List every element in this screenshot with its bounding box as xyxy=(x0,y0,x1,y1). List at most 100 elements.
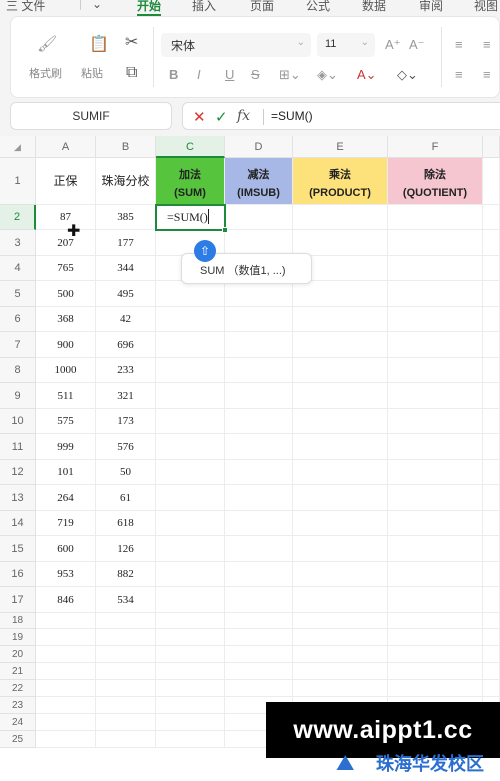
row-header-25[interactable]: 25 xyxy=(0,731,36,748)
format-painter-label[interactable]: 格式刷 xyxy=(29,65,62,81)
empty-cell[interactable] xyxy=(156,680,225,697)
copy-icon[interactable]: ⧉ xyxy=(126,65,137,81)
column-header-e[interactable]: E xyxy=(293,136,388,158)
empty-cell[interactable] xyxy=(36,714,96,731)
empty-cell[interactable] xyxy=(388,256,483,281)
data-cell[interactable]: 264 xyxy=(36,485,96,511)
font-name-select[interactable]: 宋体 ⌄ xyxy=(161,33,311,57)
empty-cell[interactable] xyxy=(388,629,483,646)
column-header-a[interactable]: A xyxy=(36,136,96,158)
align-top-icon[interactable]: ≡ xyxy=(455,37,463,52)
data-cell[interactable]: 61 xyxy=(96,485,156,511)
borders-icon[interactable]: ⊞⌄ xyxy=(279,67,301,83)
empty-cell[interactable] xyxy=(225,680,293,697)
empty-cell[interactable] xyxy=(156,629,225,646)
cell-d1[interactable]: 减法 (IMSUB) xyxy=(225,158,293,205)
row-header-8[interactable]: 8 xyxy=(0,358,36,383)
empty-cell[interactable] xyxy=(483,485,500,511)
clear-format-icon[interactable]: ◇⌄ xyxy=(397,67,418,83)
tab-data[interactable]: 数据 xyxy=(362,0,386,14)
empty-cell[interactable] xyxy=(388,613,483,629)
empty-cell[interactable] xyxy=(388,485,483,511)
data-cell[interactable]: 42 xyxy=(96,307,156,332)
empty-cell[interactable] xyxy=(388,409,483,434)
empty-cell[interactable] xyxy=(96,629,156,646)
row-header-4[interactable]: 4 xyxy=(0,256,36,281)
data-cell[interactable]: 233 xyxy=(96,358,156,383)
empty-cell[interactable] xyxy=(388,434,483,460)
empty-cell[interactable] xyxy=(483,646,500,663)
row-header-17[interactable]: 17 xyxy=(0,587,36,613)
empty-cell[interactable] xyxy=(36,680,96,697)
empty-cell[interactable] xyxy=(36,663,96,680)
data-cell[interactable]: 500 xyxy=(36,281,96,307)
data-cell[interactable]: 953 xyxy=(36,562,96,587)
row-header-7[interactable]: 7 xyxy=(0,332,36,358)
empty-cell[interactable] xyxy=(156,332,225,358)
empty-cell[interactable] xyxy=(483,307,500,332)
menu-file[interactable]: 三 文件 xyxy=(6,0,45,14)
data-cell[interactable]: 385 xyxy=(96,205,156,230)
data-cell[interactable]: 882 xyxy=(96,562,156,587)
empty-cell[interactable] xyxy=(96,663,156,680)
data-cell[interactable]: 511 xyxy=(36,383,96,409)
data-cell[interactable]: 50 xyxy=(96,460,156,485)
cut-icon[interactable]: ✂ xyxy=(125,35,138,51)
data-cell[interactable]: 177 xyxy=(96,230,156,256)
empty-cell[interactable] xyxy=(225,485,293,511)
data-cell[interactable]: 321 xyxy=(96,383,156,409)
empty-cell[interactable] xyxy=(388,383,483,409)
data-cell[interactable]: 575 xyxy=(36,409,96,434)
empty-cell[interactable] xyxy=(483,511,500,536)
empty-cell[interactable] xyxy=(225,307,293,332)
format-painter-icon[interactable]: 🖌 xyxy=(37,37,57,53)
empty-cell[interactable] xyxy=(156,485,225,511)
empty-cell[interactable] xyxy=(225,434,293,460)
empty-cell[interactable] xyxy=(96,697,156,714)
empty-cell[interactable] xyxy=(225,460,293,485)
cell-b1[interactable]: 珠海分校 xyxy=(96,158,156,205)
empty-cell[interactable] xyxy=(156,697,225,714)
empty-cell[interactable] xyxy=(156,460,225,485)
row-header-14[interactable]: 14 xyxy=(0,511,36,536)
name-box[interactable]: SUMIF xyxy=(10,102,172,130)
empty-cell[interactable] xyxy=(156,613,225,629)
expand-tooltip-icon[interactable]: ⇧ xyxy=(194,240,216,262)
confirm-icon[interactable]: ✓ xyxy=(215,108,228,126)
empty-cell[interactable] xyxy=(293,562,388,587)
font-color-icon[interactable]: A⌄ xyxy=(357,67,377,83)
align-center-icon[interactable]: ≡ xyxy=(483,67,491,82)
empty-cell[interactable] xyxy=(483,409,500,434)
increase-font-icon[interactable]: A⁺ xyxy=(385,37,401,53)
tab-formula[interactable]: 公式 xyxy=(306,0,330,14)
empty-cell[interactable] xyxy=(293,358,388,383)
empty-cell[interactable] xyxy=(96,714,156,731)
empty-cell[interactable] xyxy=(36,731,96,748)
align-middle-icon[interactable]: ≡ xyxy=(483,37,491,52)
empty-cell[interactable] xyxy=(96,646,156,663)
empty-cell[interactable] xyxy=(388,358,483,383)
data-cell[interactable]: 576 xyxy=(96,434,156,460)
empty-cell[interactable] xyxy=(225,646,293,663)
empty-cell[interactable] xyxy=(293,536,388,562)
data-cell[interactable]: 495 xyxy=(96,281,156,307)
row-header-5[interactable]: 5 xyxy=(0,281,36,307)
row-header-11[interactable]: 11 xyxy=(0,434,36,460)
empty-cell[interactable] xyxy=(483,205,500,230)
data-cell[interactable]: 999 xyxy=(36,434,96,460)
empty-cell[interactable] xyxy=(156,646,225,663)
empty-cell[interactable] xyxy=(483,383,500,409)
row-header-21[interactable]: 21 xyxy=(0,663,36,680)
empty-cell[interactable] xyxy=(483,230,500,256)
column-header-d[interactable]: D xyxy=(225,136,293,158)
empty-cell[interactable] xyxy=(388,536,483,562)
empty-cell[interactable] xyxy=(156,281,225,307)
empty-cell[interactable] xyxy=(156,434,225,460)
data-cell[interactable]: 368 xyxy=(36,307,96,332)
data-cell[interactable]: 534 xyxy=(96,587,156,613)
empty-cell[interactable] xyxy=(36,613,96,629)
row-header-20[interactable]: 20 xyxy=(0,646,36,663)
empty-cell[interactable] xyxy=(225,613,293,629)
empty-cell[interactable] xyxy=(483,562,500,587)
column-header-c[interactable]: C xyxy=(156,136,225,158)
